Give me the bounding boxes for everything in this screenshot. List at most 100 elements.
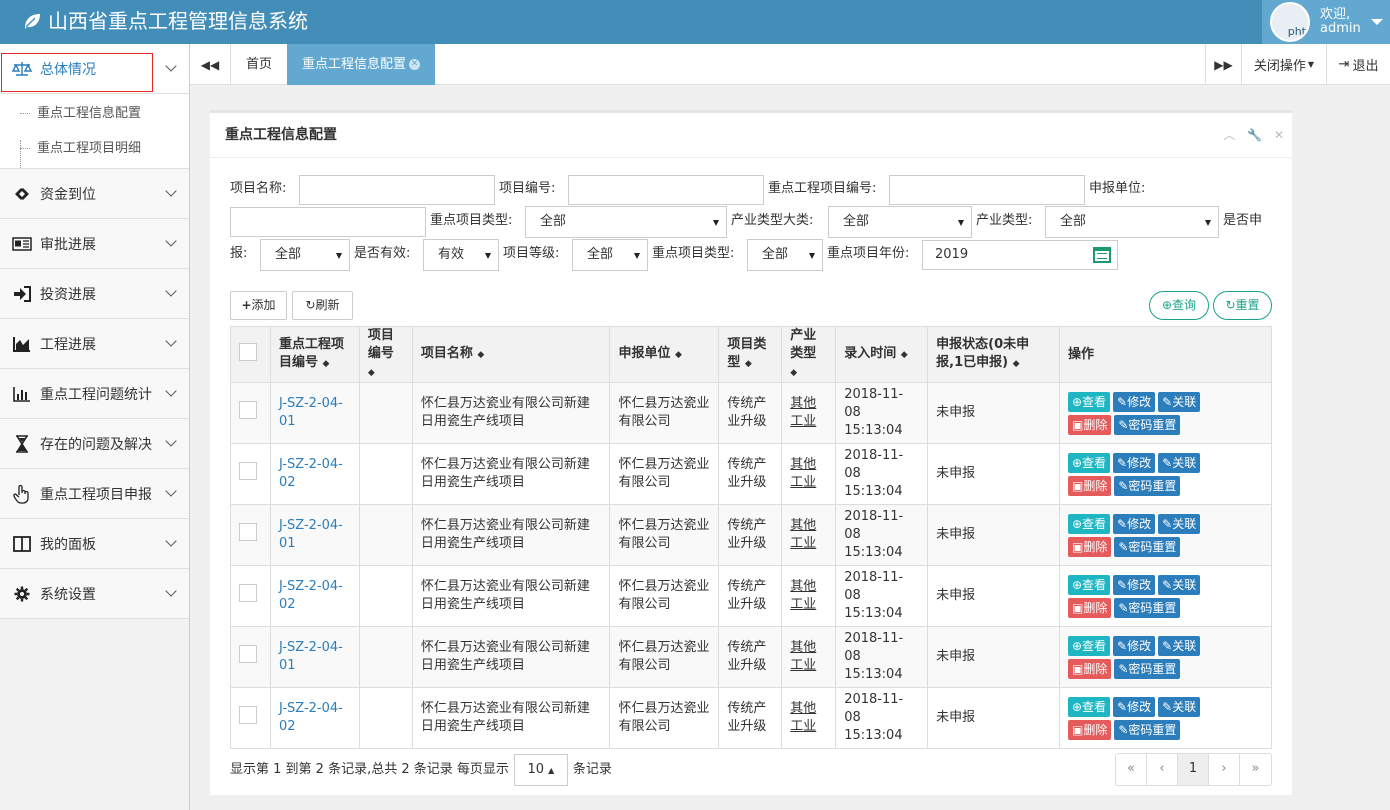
tab-scroll-left-button[interactable]: ◀◀ bbox=[190, 44, 231, 85]
cell-key-code[interactable]: J-SZ-2-04-01 bbox=[269, 626, 360, 688]
table-row[interactable]: J-SZ-2-04-01 怀仁县万达瓷业有限公司新建日用瓷生产线项目 怀仁县万达瓷业… bbox=[230, 382, 1273, 444]
cell-key-code[interactable]: J-SZ-2-04-02 bbox=[269, 565, 360, 627]
sidebar-item-approval[interactable]: 审批进展 bbox=[0, 219, 189, 269]
refresh-button[interactable]: ↻刷新 bbox=[292, 291, 353, 320]
project-no-input[interactable] bbox=[568, 175, 764, 205]
last-page-button[interactable]: » bbox=[1240, 754, 1271, 785]
link-button[interactable]: ✎关联 bbox=[1158, 452, 1201, 473]
col-key-code[interactable]: 重点工程项目编号 ◆ bbox=[269, 326, 360, 383]
password-reset-button[interactable]: ✎密码重置 bbox=[1114, 475, 1181, 496]
page-size-select[interactable]: 10 ▲ bbox=[513, 754, 568, 786]
link-button[interactable]: ✎关联 bbox=[1158, 513, 1201, 534]
sidebar-item-issue-stats[interactable]: 重点工程问题统计 bbox=[0, 369, 189, 419]
cell-key-code[interactable]: J-SZ-2-04-01 bbox=[269, 382, 360, 444]
tab-info-config[interactable]: 重点工程信息配置 ✕ bbox=[287, 44, 435, 85]
prev-page-button[interactable]: ‹ bbox=[1147, 754, 1178, 785]
table-row[interactable]: J-SZ-2-04-01 怀仁县万达瓷业有限公司新建日用瓷生产线项目 怀仁县万达瓷业… bbox=[230, 504, 1273, 566]
logout-button[interactable]: ⇥ 退出 bbox=[1327, 44, 1390, 85]
project-name-input[interactable] bbox=[299, 175, 495, 205]
table-row[interactable]: J-SZ-2-04-02 怀仁县万达瓷业有限公司新建日用瓷生产线项目 怀仁县万达瓷业… bbox=[230, 565, 1273, 627]
row-checkbox[interactable] bbox=[239, 401, 257, 419]
cell-key-code[interactable]: J-SZ-2-04-02 bbox=[269, 443, 360, 505]
table-row[interactable]: J-SZ-2-04-01 怀仁县万达瓷业有限公司新建日用瓷生产线项目 怀仁县万达瓷业… bbox=[230, 626, 1273, 688]
cell-key-code[interactable]: J-SZ-2-04-02 bbox=[269, 687, 360, 749]
sidebar-item-problems[interactable]: 存在的问题及解决 bbox=[0, 419, 189, 469]
password-reset-button[interactable]: ✎密码重置 bbox=[1114, 719, 1181, 740]
industry-big-select[interactable]: 全部 bbox=[828, 206, 972, 238]
edit-button[interactable]: ✎修改 bbox=[1113, 391, 1156, 412]
industry-type-select[interactable]: 全部 bbox=[1045, 206, 1219, 238]
submenu-item-info-config[interactable]: 重点工程信息配置 bbox=[0, 96, 189, 131]
key-code-link[interactable]: J-SZ-2-04-01 bbox=[279, 396, 343, 429]
key-type2-select[interactable]: 全部 bbox=[747, 239, 823, 271]
first-page-button[interactable]: « bbox=[1116, 754, 1147, 785]
col-status[interactable]: 申报状态(0未申报,1已申报) ◆ bbox=[927, 326, 1060, 383]
password-reset-button[interactable]: ✎密码重置 bbox=[1114, 536, 1181, 557]
edit-button[interactable]: ✎修改 bbox=[1113, 513, 1156, 534]
key-code-link[interactable]: J-SZ-2-04-02 bbox=[279, 457, 343, 490]
col-proj-no[interactable]: 项目编号 ◆ bbox=[358, 326, 413, 383]
reset-button[interactable]: ↻重置 bbox=[1213, 291, 1272, 320]
link-button[interactable]: ✎关联 bbox=[1158, 574, 1201, 595]
row-checkbox[interactable] bbox=[239, 706, 257, 724]
close-icon[interactable]: ✕ bbox=[409, 59, 420, 70]
view-button[interactable]: ⊕查看 bbox=[1067, 696, 1111, 717]
view-button[interactable]: ⊕查看 bbox=[1067, 452, 1111, 473]
password-reset-button[interactable]: ✎密码重置 bbox=[1114, 658, 1181, 679]
col-time[interactable]: 录入时间 ◆ bbox=[835, 326, 929, 383]
edit-button[interactable]: ✎修改 bbox=[1113, 635, 1156, 656]
edit-button[interactable]: ✎修改 bbox=[1113, 452, 1156, 473]
row-checkbox[interactable] bbox=[239, 462, 257, 480]
col-unit[interactable]: 申报单位 ◆ bbox=[609, 326, 720, 383]
view-button[interactable]: ⊕查看 bbox=[1067, 574, 1111, 595]
sidebar-item-settings[interactable]: 系统设置 bbox=[0, 569, 189, 619]
row-checkbox[interactable] bbox=[239, 523, 257, 541]
delete-button[interactable]: ▣删除 bbox=[1067, 414, 1112, 435]
delete-button[interactable]: ▣删除 bbox=[1067, 719, 1112, 740]
link-button[interactable]: ✎关联 bbox=[1158, 696, 1201, 717]
key-project-no-input[interactable] bbox=[889, 175, 1085, 205]
is-reported-select[interactable]: 全部 bbox=[260, 239, 350, 271]
password-reset-button[interactable]: ✎密码重置 bbox=[1114, 597, 1181, 618]
query-button[interactable]: ⊕查询 bbox=[1149, 291, 1209, 320]
password-reset-button[interactable]: ✎密码重置 bbox=[1114, 414, 1181, 435]
edit-button[interactable]: ✎修改 bbox=[1113, 696, 1156, 717]
row-checkbox[interactable] bbox=[239, 584, 257, 602]
row-checkbox[interactable] bbox=[239, 645, 257, 663]
next-page-button[interactable]: › bbox=[1209, 754, 1240, 785]
select-all-checkbox[interactable] bbox=[239, 342, 257, 361]
close-operations-dropdown[interactable]: 关闭操作 ▼ bbox=[1242, 44, 1327, 85]
page-number-button[interactable]: 1 bbox=[1178, 754, 1209, 785]
link-button[interactable]: ✎关联 bbox=[1158, 635, 1201, 656]
add-button[interactable]: +添加 bbox=[230, 291, 287, 320]
view-button[interactable]: ⊕查看 bbox=[1067, 391, 1111, 412]
is-valid-select[interactable]: 有效 bbox=[423, 239, 499, 271]
tab-scroll-right-button[interactable]: ▶▶ bbox=[1205, 44, 1242, 85]
sidebar-item-progress[interactable]: 工程进展 bbox=[0, 319, 189, 369]
key-code-link[interactable]: J-SZ-2-04-02 bbox=[279, 701, 343, 734]
key-code-link[interactable]: J-SZ-2-04-01 bbox=[279, 518, 343, 551]
tab-home[interactable]: 首页 bbox=[231, 44, 287, 85]
brand[interactable]: 山西省重点工程管理信息系统 bbox=[22, 8, 308, 34]
chevron-up-icon[interactable]: ︿ bbox=[1223, 128, 1235, 142]
submenu-item-project-detail[interactable]: 重点工程项目明细 bbox=[0, 131, 189, 166]
edit-button[interactable]: ✎修改 bbox=[1113, 574, 1156, 595]
table-row[interactable]: J-SZ-2-04-02 怀仁县万达瓷业有限公司新建日用瓷生产线项目 怀仁县万达瓷业… bbox=[230, 443, 1273, 505]
year-date-input[interactable]: 2019 bbox=[922, 240, 1118, 270]
delete-button[interactable]: ▣删除 bbox=[1067, 475, 1112, 496]
sidebar-item-investment[interactable]: 投资进展 bbox=[0, 269, 189, 319]
sidebar-item-my-panel[interactable]: 我的面板 bbox=[0, 519, 189, 569]
sidebar-item-declare[interactable]: 重点工程项目申报 bbox=[0, 469, 189, 519]
col-name[interactable]: 项目名称 ◆ bbox=[411, 326, 611, 383]
key-code-link[interactable]: J-SZ-2-04-01 bbox=[279, 640, 343, 673]
close-icon[interactable]: ✕ bbox=[1274, 128, 1284, 142]
calendar-icon[interactable] bbox=[1093, 247, 1111, 263]
delete-button[interactable]: ▣删除 bbox=[1067, 536, 1112, 557]
user-menu[interactable]: pht 欢迎, admin bbox=[1262, 0, 1390, 44]
level-select[interactable]: 全部 bbox=[572, 239, 648, 271]
delete-button[interactable]: ▣删除 bbox=[1067, 658, 1112, 679]
key-type-select[interactable]: 全部 bbox=[525, 206, 727, 238]
sidebar-item-overview[interactable]: 总体情况 bbox=[0, 44, 189, 94]
cell-key-code[interactable]: J-SZ-2-04-01 bbox=[269, 504, 360, 566]
delete-button[interactable]: ▣删除 bbox=[1067, 597, 1112, 618]
